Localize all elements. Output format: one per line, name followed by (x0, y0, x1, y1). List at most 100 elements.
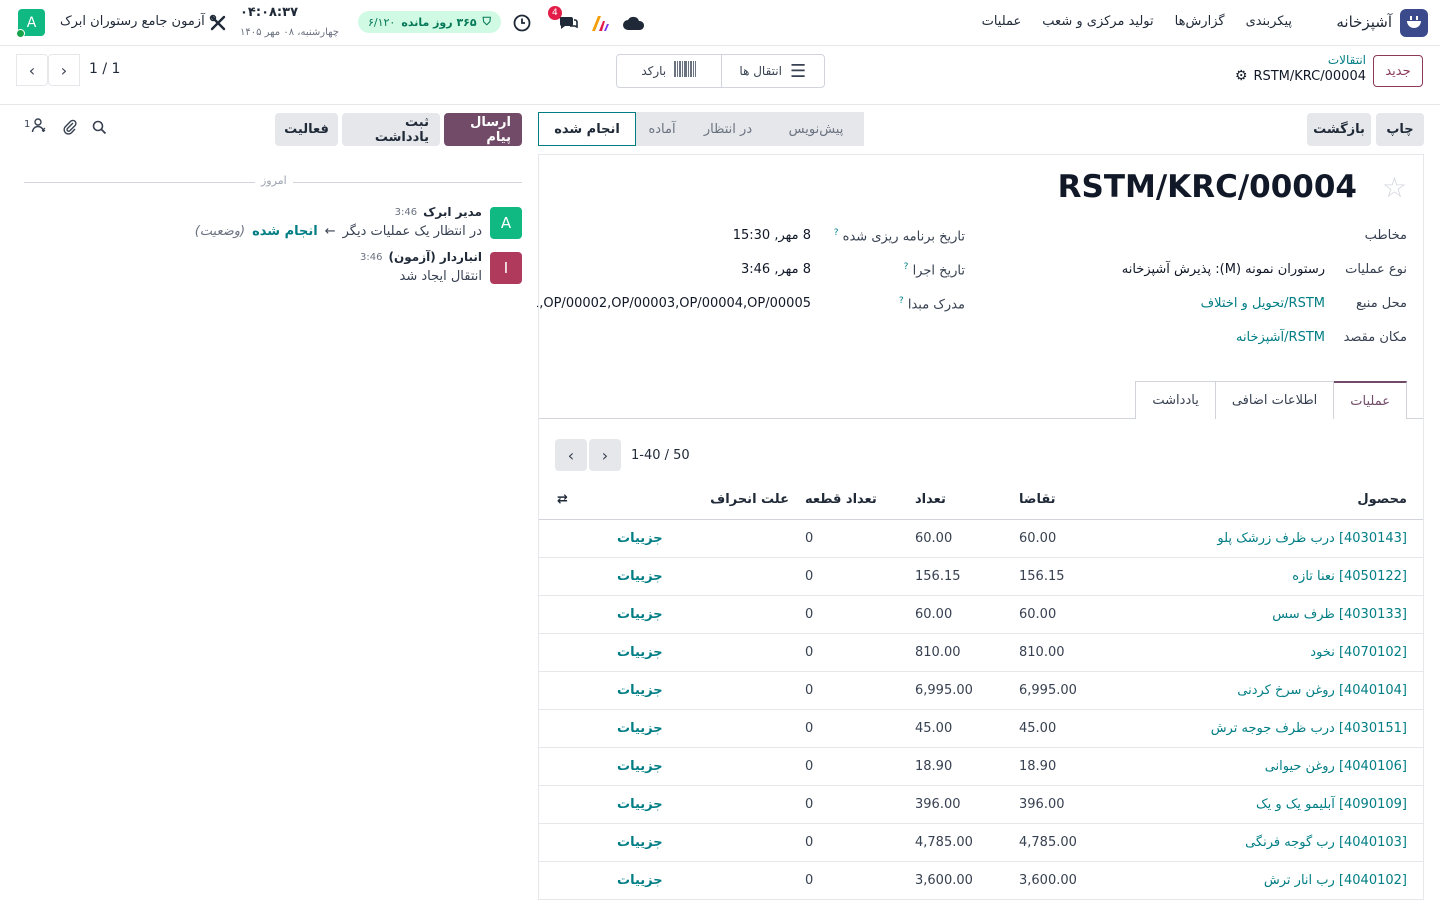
optional-columns-toggle[interactable]: ⇄ (539, 481, 709, 520)
scheduled-date-value[interactable]: 8 مهر, 15:30 (733, 228, 811, 243)
pager-buttons: ‹ › (16, 54, 80, 86)
favorite-star-icon[interactable]: ☆ (1382, 171, 1407, 204)
tab-additional-info[interactable]: اطلاعات اضافی (1214, 381, 1335, 419)
product-link[interactable]: [4040102] رب انار ترش (1264, 873, 1407, 888)
help-icon[interactable]: ? (834, 228, 839, 238)
table-row[interactable]: [4030151] درب ظرف جوجه ترش 45.00 45.00 0 جزی… (539, 709, 1423, 748)
demand-cell: 45.00 (1003, 709, 1105, 748)
new-button[interactable]: جدید (1373, 55, 1423, 87)
message-avatar[interactable]: A (490, 207, 522, 239)
kitchen-app-icon[interactable] (1400, 9, 1428, 37)
product-link[interactable]: [4070102] نخود (1310, 645, 1407, 660)
gear-icon[interactable]: ⚙ (1235, 68, 1248, 84)
session-date: چهارشنبه، ۰۸ مهر ۱۴۰۵ (240, 27, 339, 38)
pieces-cell: 0 (805, 595, 901, 634)
help-icon[interactable]: ? (899, 296, 904, 306)
lines-next-button[interactable]: › (589, 439, 621, 471)
product-link[interactable]: [4040104] روغن سرخ کردنی (1237, 683, 1407, 698)
product-link[interactable]: [4030143] درب ظرف زرشک پلو (1217, 531, 1407, 546)
demand-cell: 156.15 (1003, 557, 1105, 596)
stage-ready[interactable]: آماده (636, 112, 688, 146)
tab-operations[interactable]: عملیات (1333, 381, 1407, 419)
barcode-view-button[interactable]: بارکد (617, 55, 721, 87)
pieces-cell: 0 (805, 671, 901, 710)
ai-logo-icon[interactable] (588, 11, 612, 35)
stage-waiting[interactable]: در انتظار (688, 112, 768, 146)
session-clock: ۰۴:۰۸:۳۷ (240, 5, 299, 20)
product-link[interactable]: [4090109] آبلیمو یک و یک (1256, 797, 1407, 812)
source-document-value[interactable]: 01,OP/00002,OP/00003,OP/00004,OP/00005 (537, 296, 811, 311)
destination-location-link[interactable]: RSTM/آشپزخانه (1236, 330, 1325, 345)
menu-item-operations[interactable]: عملیات (982, 14, 1022, 29)
lines-previous-button[interactable]: ‹ (555, 439, 587, 471)
table-row[interactable]: [4040104] روغن سرخ کردنی 6,995.00 6,995.00… (539, 671, 1423, 710)
menu-item-central-production[interactable]: تولید مرکزی و شعب (1042, 14, 1153, 29)
app-name[interactable]: آشپزخانه (1336, 13, 1392, 31)
transfers-view-button[interactable]: ☰ انتقال ها (720, 55, 825, 87)
message-author[interactable]: انباردار (آزمون) (389, 250, 482, 264)
table-row[interactable]: [4030143] درب ظرف زرشک پلو 60.00 60.00 0 جزی… (539, 519, 1423, 558)
column-pieces[interactable]: تعداد قطعه (805, 481, 901, 520)
return-button[interactable]: بازگشت (1307, 113, 1371, 146)
help-icon[interactable]: ? (904, 262, 909, 272)
details-button[interactable]: جزییات (617, 569, 663, 584)
list-icon: ☰ (789, 60, 807, 82)
column-demand[interactable]: تقاضا (1003, 481, 1105, 520)
send-message-button[interactable]: ارسال پیام (444, 113, 522, 146)
deviation-cell (709, 557, 805, 596)
table-row[interactable]: [4040103] رب گوجه فرنگی 4,785.00 4,785.00 0… (539, 823, 1423, 862)
table-row[interactable]: [4040102] رب انار ترش 3,600.00 3,600.00 0 جز… (539, 861, 1423, 900)
product-link[interactable]: [4040103] رب گوجه فرنگی (1245, 835, 1407, 850)
print-button[interactable]: چاپ (1376, 113, 1424, 146)
details-button[interactable]: جزییات (617, 645, 663, 660)
table-row[interactable]: [4030133] ظرف سس 60.00 60.00 0 جزییات (539, 595, 1423, 634)
table-row[interactable]: [4070102] نخود 810.00 810.00 0 جزییات (539, 633, 1423, 672)
details-button[interactable]: جزییات (617, 759, 663, 774)
followers-button[interactable]: 1 (24, 117, 47, 137)
log-note-button[interactable]: ثبت یادداشت (342, 113, 440, 146)
table-row[interactable]: [4090109] آبلیمو یک و یک 396.00 396.00 0 جزی… (539, 785, 1423, 824)
message-author[interactable]: مدیر ابرک (423, 205, 482, 219)
clock-icon[interactable] (510, 11, 534, 35)
details-button[interactable]: جزییات (617, 607, 663, 622)
search-icon[interactable] (92, 120, 107, 139)
pager-previous-button[interactable]: ‹ (48, 54, 80, 86)
paperclip-icon[interactable] (62, 119, 78, 139)
user-avatar[interactable]: A (16, 9, 45, 38)
menu-item-reports[interactable]: گزارش‌ها (1175, 14, 1225, 29)
cloud-icon[interactable] (622, 11, 646, 35)
message-avatar[interactable]: I (490, 252, 522, 284)
details-button[interactable]: جزییات (617, 531, 663, 546)
date-done-value[interactable]: 8 مهر, 3:46 (741, 262, 811, 277)
table-row[interactable]: [4050122] نعنا تازه 156.15 156.15 0 جزییات (539, 557, 1423, 596)
company-name[interactable]: آزمون جامع رستوران ابرک (60, 14, 205, 29)
operation-type-value[interactable]: رستوران نمونه (M): پذیرش آشپزخانه (1122, 262, 1325, 277)
column-quantity[interactable]: تعداد (901, 481, 1003, 520)
stage-draft[interactable]: پیش‌نویس (768, 112, 864, 146)
details-button[interactable]: جزییات (617, 721, 663, 736)
product-link[interactable]: [4040106] روغن حیوانی (1265, 759, 1407, 774)
demand-cell: 4,785.00 (1003, 823, 1105, 862)
tab-note[interactable]: یادداشت (1135, 381, 1216, 419)
column-deviation-reason[interactable]: علت انحراف (709, 481, 805, 520)
details-button[interactable]: جزییات (617, 683, 663, 698)
table-row[interactable]: [4040106] روغن حیوانی 18.90 18.90 0 جزییات (539, 747, 1423, 786)
pager-next-button[interactable]: › (16, 54, 48, 86)
product-link[interactable]: [4030151] درب ظرف جوجه ترش (1211, 721, 1407, 736)
product-link[interactable]: [4050122] نعنا تازه (1292, 569, 1407, 584)
stage-done[interactable]: انجام شده (538, 112, 636, 146)
tracking-new-value: انجام شده (252, 224, 318, 239)
chat-icon[interactable]: 4 (548, 6, 580, 35)
activity-button[interactable]: فعالیت (275, 113, 338, 146)
tools-icon[interactable] (206, 11, 230, 35)
trial-status-pill[interactable]: ⛉ ۳۶۵ روز مانده ۶/۱۲۰ (358, 11, 501, 33)
details-button[interactable]: جزییات (617, 835, 663, 850)
product-link[interactable]: [4030133] ظرف سس (1272, 607, 1407, 622)
source-location-link[interactable]: RSTM/تحویل و اختلاف (1201, 296, 1325, 311)
column-product[interactable]: محصول (1105, 481, 1423, 520)
menu-item-configuration[interactable]: پیکربندی (1246, 14, 1292, 29)
details-button[interactable]: جزییات (617, 797, 663, 812)
breadcrumb-transfers[interactable]: انتقالات (1328, 53, 1366, 67)
pieces-cell: 0 (805, 823, 901, 862)
details-button[interactable]: جزییات (617, 873, 663, 888)
